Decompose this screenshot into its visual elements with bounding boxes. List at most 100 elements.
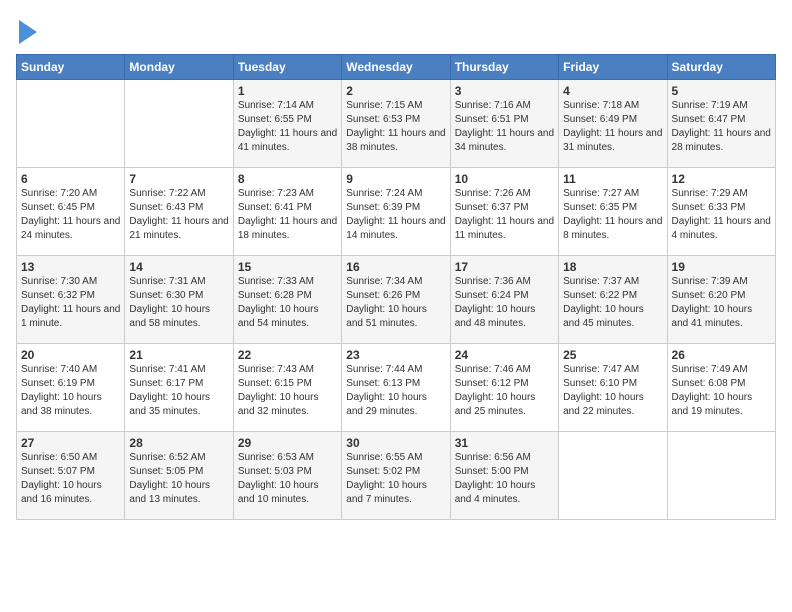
day-number: 30 xyxy=(346,436,445,450)
day-info: Sunrise: 7:37 AM Sunset: 6:22 PM Dayligh… xyxy=(563,275,662,331)
day-cell: 25Sunrise: 7:47 AM Sunset: 6:10 PM Dayli… xyxy=(559,344,667,432)
day-info: Sunrise: 7:43 AM Sunset: 6:15 PM Dayligh… xyxy=(238,363,337,419)
day-number: 18 xyxy=(563,260,662,274)
col-friday: Friday xyxy=(559,55,667,80)
day-info: Sunrise: 7:29 AM Sunset: 6:33 PM Dayligh… xyxy=(672,187,771,243)
day-number: 26 xyxy=(672,348,771,362)
day-number: 19 xyxy=(672,260,771,274)
day-cell: 4Sunrise: 7:18 AM Sunset: 6:49 PM Daylig… xyxy=(559,80,667,168)
day-info: Sunrise: 7:14 AM Sunset: 6:55 PM Dayligh… xyxy=(238,99,337,155)
day-cell: 10Sunrise: 7:26 AM Sunset: 6:37 PM Dayli… xyxy=(450,168,558,256)
day-info: Sunrise: 6:55 AM Sunset: 5:02 PM Dayligh… xyxy=(346,451,445,507)
week-row-2: 6Sunrise: 7:20 AM Sunset: 6:45 PM Daylig… xyxy=(17,168,776,256)
day-number: 17 xyxy=(455,260,554,274)
day-number: 6 xyxy=(21,172,120,186)
day-number: 7 xyxy=(129,172,228,186)
day-number: 15 xyxy=(238,260,337,274)
day-number: 20 xyxy=(21,348,120,362)
day-cell: 13Sunrise: 7:30 AM Sunset: 6:32 PM Dayli… xyxy=(17,256,125,344)
day-cell: 7Sunrise: 7:22 AM Sunset: 6:43 PM Daylig… xyxy=(125,168,233,256)
day-number: 29 xyxy=(238,436,337,450)
day-cell: 26Sunrise: 7:49 AM Sunset: 6:08 PM Dayli… xyxy=(667,344,775,432)
day-cell: 15Sunrise: 7:33 AM Sunset: 6:28 PM Dayli… xyxy=(233,256,341,344)
day-cell xyxy=(667,432,775,520)
day-cell: 21Sunrise: 7:41 AM Sunset: 6:17 PM Dayli… xyxy=(125,344,233,432)
calendar-body: 1Sunrise: 7:14 AM Sunset: 6:55 PM Daylig… xyxy=(17,80,776,520)
day-info: Sunrise: 7:15 AM Sunset: 6:53 PM Dayligh… xyxy=(346,99,445,155)
day-number: 8 xyxy=(238,172,337,186)
day-number: 2 xyxy=(346,84,445,98)
day-cell: 20Sunrise: 7:40 AM Sunset: 6:19 PM Dayli… xyxy=(17,344,125,432)
week-row-4: 20Sunrise: 7:40 AM Sunset: 6:19 PM Dayli… xyxy=(17,344,776,432)
day-info: Sunrise: 7:39 AM Sunset: 6:20 PM Dayligh… xyxy=(672,275,771,331)
day-number: 3 xyxy=(455,84,554,98)
day-number: 21 xyxy=(129,348,228,362)
day-info: Sunrise: 6:56 AM Sunset: 5:00 PM Dayligh… xyxy=(455,451,554,507)
day-cell: 11Sunrise: 7:27 AM Sunset: 6:35 PM Dayli… xyxy=(559,168,667,256)
day-cell: 22Sunrise: 7:43 AM Sunset: 6:15 PM Dayli… xyxy=(233,344,341,432)
col-wednesday: Wednesday xyxy=(342,55,450,80)
col-saturday: Saturday xyxy=(667,55,775,80)
week-row-5: 27Sunrise: 6:50 AM Sunset: 5:07 PM Dayli… xyxy=(17,432,776,520)
day-cell: 31Sunrise: 6:56 AM Sunset: 5:00 PM Dayli… xyxy=(450,432,558,520)
day-cell: 18Sunrise: 7:37 AM Sunset: 6:22 PM Dayli… xyxy=(559,256,667,344)
day-number: 9 xyxy=(346,172,445,186)
day-number: 5 xyxy=(672,84,771,98)
calendar-table: SundayMondayTuesdayWednesdayThursdayFrid… xyxy=(16,54,776,520)
day-number: 4 xyxy=(563,84,662,98)
day-number: 24 xyxy=(455,348,554,362)
logo-icon xyxy=(19,14,39,50)
day-info: Sunrise: 7:40 AM Sunset: 6:19 PM Dayligh… xyxy=(21,363,120,419)
day-number: 28 xyxy=(129,436,228,450)
day-number: 22 xyxy=(238,348,337,362)
day-info: Sunrise: 7:44 AM Sunset: 6:13 PM Dayligh… xyxy=(346,363,445,419)
day-info: Sunrise: 7:46 AM Sunset: 6:12 PM Dayligh… xyxy=(455,363,554,419)
day-cell xyxy=(17,80,125,168)
day-number: 23 xyxy=(346,348,445,362)
day-cell: 16Sunrise: 7:34 AM Sunset: 6:26 PM Dayli… xyxy=(342,256,450,344)
day-number: 27 xyxy=(21,436,120,450)
day-info: Sunrise: 7:34 AM Sunset: 6:26 PM Dayligh… xyxy=(346,275,445,331)
day-cell: 3Sunrise: 7:16 AM Sunset: 6:51 PM Daylig… xyxy=(450,80,558,168)
day-cell: 19Sunrise: 7:39 AM Sunset: 6:20 PM Dayli… xyxy=(667,256,775,344)
day-info: Sunrise: 7:27 AM Sunset: 6:35 PM Dayligh… xyxy=(563,187,662,243)
day-cell: 28Sunrise: 6:52 AM Sunset: 5:05 PM Dayli… xyxy=(125,432,233,520)
day-cell xyxy=(125,80,233,168)
col-thursday: Thursday xyxy=(450,55,558,80)
day-cell: 17Sunrise: 7:36 AM Sunset: 6:24 PM Dayli… xyxy=(450,256,558,344)
day-info: Sunrise: 7:33 AM Sunset: 6:28 PM Dayligh… xyxy=(238,275,337,331)
day-info: Sunrise: 7:47 AM Sunset: 6:10 PM Dayligh… xyxy=(563,363,662,419)
day-cell: 6Sunrise: 7:20 AM Sunset: 6:45 PM Daylig… xyxy=(17,168,125,256)
col-sunday: Sunday xyxy=(17,55,125,80)
day-cell: 27Sunrise: 6:50 AM Sunset: 5:07 PM Dayli… xyxy=(17,432,125,520)
day-number: 14 xyxy=(129,260,228,274)
day-cell: 29Sunrise: 6:53 AM Sunset: 5:03 PM Dayli… xyxy=(233,432,341,520)
day-cell: 24Sunrise: 7:46 AM Sunset: 6:12 PM Dayli… xyxy=(450,344,558,432)
header-row: SundayMondayTuesdayWednesdayThursdayFrid… xyxy=(17,55,776,80)
day-number: 31 xyxy=(455,436,554,450)
week-row-3: 13Sunrise: 7:30 AM Sunset: 6:32 PM Dayli… xyxy=(17,256,776,344)
week-row-1: 1Sunrise: 7:14 AM Sunset: 6:55 PM Daylig… xyxy=(17,80,776,168)
day-cell xyxy=(559,432,667,520)
col-monday: Monday xyxy=(125,55,233,80)
day-number: 25 xyxy=(563,348,662,362)
day-info: Sunrise: 7:26 AM Sunset: 6:37 PM Dayligh… xyxy=(455,187,554,243)
day-cell: 1Sunrise: 7:14 AM Sunset: 6:55 PM Daylig… xyxy=(233,80,341,168)
day-cell: 23Sunrise: 7:44 AM Sunset: 6:13 PM Dayli… xyxy=(342,344,450,432)
day-cell: 5Sunrise: 7:19 AM Sunset: 6:47 PM Daylig… xyxy=(667,80,775,168)
day-info: Sunrise: 7:24 AM Sunset: 6:39 PM Dayligh… xyxy=(346,187,445,243)
day-info: Sunrise: 6:52 AM Sunset: 5:05 PM Dayligh… xyxy=(129,451,228,507)
day-info: Sunrise: 6:50 AM Sunset: 5:07 PM Dayligh… xyxy=(21,451,120,507)
col-tuesday: Tuesday xyxy=(233,55,341,80)
calendar-header: SundayMondayTuesdayWednesdayThursdayFrid… xyxy=(17,55,776,80)
day-info: Sunrise: 7:20 AM Sunset: 6:45 PM Dayligh… xyxy=(21,187,120,243)
day-number: 12 xyxy=(672,172,771,186)
day-number: 10 xyxy=(455,172,554,186)
day-info: Sunrise: 7:16 AM Sunset: 6:51 PM Dayligh… xyxy=(455,99,554,155)
day-cell: 8Sunrise: 7:23 AM Sunset: 6:41 PM Daylig… xyxy=(233,168,341,256)
day-number: 11 xyxy=(563,172,662,186)
day-cell: 2Sunrise: 7:15 AM Sunset: 6:53 PM Daylig… xyxy=(342,80,450,168)
day-info: Sunrise: 7:49 AM Sunset: 6:08 PM Dayligh… xyxy=(672,363,771,419)
day-cell: 30Sunrise: 6:55 AM Sunset: 5:02 PM Dayli… xyxy=(342,432,450,520)
day-info: Sunrise: 7:19 AM Sunset: 6:47 PM Dayligh… xyxy=(672,99,771,155)
